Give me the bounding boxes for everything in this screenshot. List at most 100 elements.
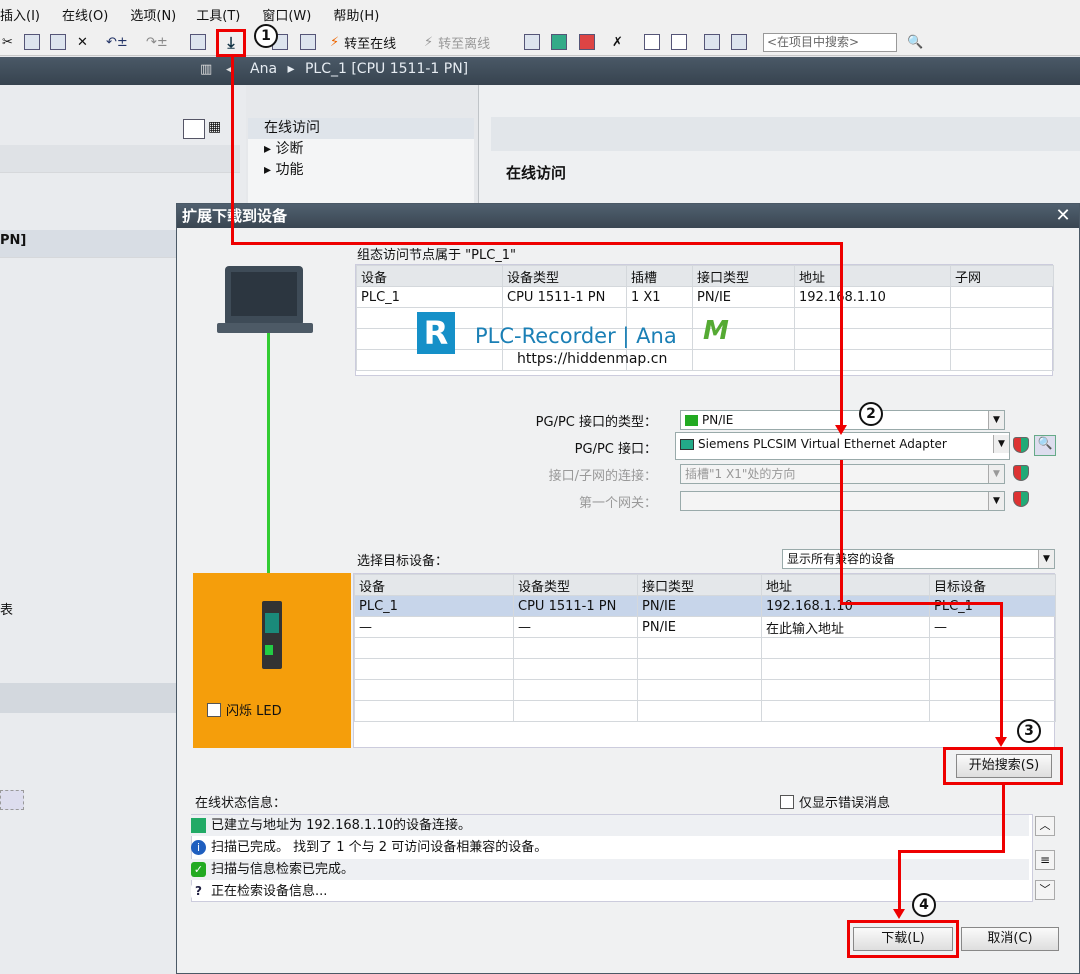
simulation-icon[interactable] <box>300 31 316 53</box>
menu-window[interactable]: 窗口(W) <box>262 5 311 24</box>
watermark-brand: PLC-Recorder | Ana <box>475 324 677 348</box>
cell: 192.168.1.10 <box>761 595 930 617</box>
cell: PN/IE <box>637 595 762 617</box>
scroll-down-icon[interactable]: ﹀ <box>1035 880 1055 900</box>
cell: — <box>513 616 638 638</box>
address-input-cell[interactable]: 在此输入地址 <box>761 616 930 638</box>
annotation-line <box>1002 783 1005 853</box>
undo-icon[interactable]: ↶± <box>106 31 128 53</box>
go-online-icon: ⚡ <box>330 34 340 50</box>
step-badge-3: 3 <box>1017 719 1041 743</box>
extended-download-dialog: 扩展下载到设备 ✕ 组态访问节点属于 "PLC_1" 设备 设备类型 插槽 接口… <box>176 203 1080 974</box>
list-item: ? 正在检索设备信息... <box>191 881 1029 902</box>
cell: PLC_1 <box>356 286 503 308</box>
annotation-line <box>1000 602 1003 742</box>
flash-led-label: 闪烁 LED <box>226 704 282 719</box>
chevron-down-icon: ▼ <box>988 411 1004 429</box>
compile-icon[interactable] <box>190 31 206 53</box>
cross-reference-icon[interactable]: ✗ <box>612 31 623 53</box>
menu-options[interactable]: 选项(N) <box>130 5 176 24</box>
breadcrumb-project[interactable]: Ana <box>250 61 277 77</box>
flash-led-checkbox[interactable]: 闪烁 LED <box>207 700 282 719</box>
target-device-panel: 闪烁 LED <box>193 573 351 748</box>
errors-only-checkbox[interactable]: 仅显示错误消息 <box>780 792 890 811</box>
menu-tools[interactable]: 工具(T) <box>196 5 240 24</box>
check-icon: ✓ <box>191 862 206 877</box>
scroll-up-icon[interactable]: ︿ <box>1035 816 1055 836</box>
paste-icon[interactable] <box>50 31 66 53</box>
nav-diagnostics[interactable]: ▸ 诊断 <box>248 139 474 160</box>
go-online-button[interactable]: ⚡ 转至在线 <box>330 31 396 53</box>
annotation-line <box>898 850 1005 853</box>
table-row[interactable]: — — PN/IE 在此输入地址 — <box>354 616 1056 638</box>
checkbox-icon <box>780 794 794 809</box>
close-icon[interactable]: ✕ <box>1053 206 1073 226</box>
download-button[interactable]: 下载(L) <box>853 927 953 951</box>
cut-icon[interactable]: ✂ <box>2 31 13 53</box>
toolbar: ✂ ✕ ↶± ↷± ⤓ ⚡ 转至在线 ⚡ 转至离线 ✗ <在项目中搜索> 🔍 <box>0 28 1080 57</box>
annotation-line <box>898 850 901 912</box>
cell: PLC_1 <box>354 595 514 617</box>
cell <box>950 286 1054 308</box>
breadcrumb-separator: ▸ <box>287 61 295 77</box>
arrow-down-icon <box>835 425 847 435</box>
accessible-devices-icon[interactable] <box>524 31 540 53</box>
maximize-icon[interactable] <box>704 31 720 53</box>
project-search-input[interactable]: <在项目中搜索> <box>763 33 897 52</box>
nav-online-access[interactable]: 在线访问 <box>248 118 474 139</box>
target-table: 设备 设备类型 接口类型 地址 目标设备 PLC_1 CPU 1511-1 PN… <box>354 574 1056 722</box>
cancel-button[interactable]: 取消(C) <box>961 927 1059 951</box>
redo-icon[interactable]: ↷± <box>146 31 168 53</box>
go-offline-button[interactable]: ⚡ 转至离线 <box>424 31 490 53</box>
right-panel <box>478 85 1080 205</box>
chevron-down-icon: ▼ <box>1038 550 1054 568</box>
laptop-icon <box>225 266 303 326</box>
grid-view-icon[interactable]: ▦ <box>208 119 221 135</box>
stop-cpu-icon[interactable] <box>579 31 595 53</box>
info-icon: i <box>191 840 206 855</box>
step-badge-4: 4 <box>912 893 936 917</box>
restore-icon[interactable] <box>731 31 747 53</box>
pnie-icon <box>685 415 698 426</box>
panel-toggle-icon[interactable]: ▥ <box>200 62 212 77</box>
cell: 1 X1 <box>626 286 693 308</box>
go-offline-icon: ⚡ <box>424 34 434 50</box>
delete-icon[interactable]: ✕ <box>77 31 88 53</box>
nav-functions[interactable]: ▸ 功能 <box>248 160 474 181</box>
table-row[interactable]: PLC_1 CPU 1511-1 PN 1 X1 PN/IE 192.168.1… <box>356 286 1054 308</box>
annotation-line <box>840 602 1003 605</box>
split-vertical-icon[interactable] <box>671 31 687 53</box>
shield-icon <box>1013 465 1029 481</box>
split-horizontal-icon[interactable] <box>644 31 660 53</box>
start-search-button[interactable]: 开始搜索(S) <box>956 754 1052 778</box>
copy-icon[interactable] <box>24 31 40 53</box>
device-filter-select[interactable]: 显示所有兼容的设备▼ <box>782 549 1055 569</box>
menu-help[interactable]: 帮助(H) <box>333 5 379 24</box>
cell: CPU 1511-1 PN <box>513 595 638 617</box>
cell: 192.168.1.10 <box>794 286 951 308</box>
pgpc-interface-select[interactable]: Siemens PLCSIM Virtual Ethernet Adapter ▼ <box>675 432 1010 460</box>
tree-row-pn[interactable]: PN] <box>0 233 26 248</box>
download-to-device-button[interactable]: ⤓ <box>216 29 246 57</box>
search-icon[interactable]: 🔍 <box>907 31 923 53</box>
menu-insert[interactable]: 插入(I) <box>0 5 40 24</box>
breadcrumb-device[interactable]: PLC_1 [CPU 1511-1 PN] <box>305 61 468 77</box>
list-item: 已建立与地址为 192.168.1.10的设备连接。 <box>191 815 1029 836</box>
scroll-thumb-icon[interactable]: ≡ <box>1035 850 1055 870</box>
editor-title-bar <box>0 57 1080 85</box>
cell: — <box>929 616 1056 638</box>
table-view-icon[interactable] <box>183 119 205 139</box>
table-row[interactable]: PLC_1 CPU 1511-1 PN PN/IE 192.168.1.10 P… <box>354 595 1056 617</box>
chevron-down-icon: ▼ <box>993 435 1009 453</box>
start-cpu-icon[interactable] <box>551 31 567 53</box>
adapter-icon <box>680 439 694 450</box>
config-col-type: 设备类型 <box>502 265 627 287</box>
config-col-address: 地址 <box>794 265 951 287</box>
arrow-down-icon <box>995 737 1007 747</box>
cell: — <box>354 616 514 638</box>
cell: CPU 1511-1 PN <box>502 286 627 308</box>
target-col-device: 设备 <box>354 574 514 596</box>
interface-properties-icon[interactable]: 🔍 <box>1034 435 1056 456</box>
tree-row-table[interactable]: 表 <box>0 599 13 618</box>
menu-online[interactable]: 在线(O) <box>62 5 108 24</box>
